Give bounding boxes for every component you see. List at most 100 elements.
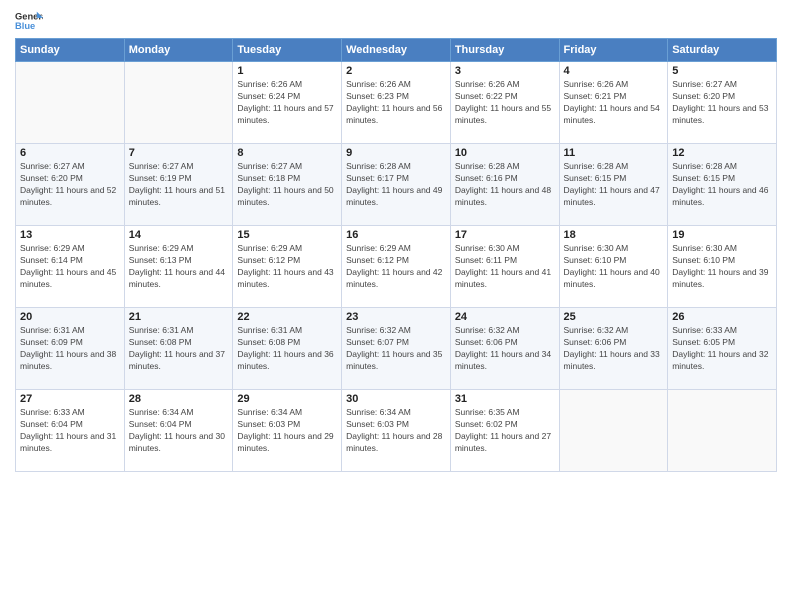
day-headers-row: SundayMondayTuesdayWednesdayThursdayFrid…	[16, 39, 777, 62]
cell-info: Sunrise: 6:29 AMSunset: 6:12 PMDaylight:…	[237, 243, 337, 291]
calendar-cell: 29 Sunrise: 6:34 AMSunset: 6:03 PMDayligh…	[233, 390, 342, 472]
day-number: 21	[129, 311, 229, 323]
calendar-cell: 30 Sunrise: 6:34 AMSunset: 6:03 PMDayligh…	[342, 390, 451, 472]
day-number: 16	[346, 229, 446, 241]
cell-info: Sunrise: 6:30 AMSunset: 6:10 PMDaylight:…	[564, 243, 664, 291]
calendar-cell: 9Sunrise: 6:28 AMSunset: 6:17 PMDaylight…	[342, 144, 451, 226]
cell-info: Sunrise: 6:33 AMSunset: 6:04 PMDaylight:…	[20, 407, 120, 455]
cell-info: Sunrise: 6:27 AMSunset: 6:20 PMDaylight:…	[20, 161, 120, 209]
calendar-cell: 17Sunrise: 6:30 AMSunset: 6:11 PMDayligh…	[450, 226, 559, 308]
calendar-cell: 22Sunrise: 6:31 AMSunset: 6:08 PMDayligh…	[233, 308, 342, 390]
calendar-cell: 15 Sunrise: 6:29 AMSunset: 6:12 PMDayligh…	[233, 226, 342, 308]
cell-info: Sunrise: 6:31 AMSunset: 6:08 PMDaylight:…	[129, 325, 229, 373]
calendar-cell: 12 Sunrise: 6:28 AMSunset: 6:15 PMDayligh…	[668, 144, 777, 226]
day-number: 24	[455, 311, 555, 323]
day-number: 12	[672, 147, 772, 159]
day-number: 22	[237, 311, 337, 323]
week-row-5: 27 Sunrise: 6:33 AMSunset: 6:04 PMDayligh…	[16, 390, 777, 472]
day-number: 30	[346, 393, 446, 405]
day-header-tuesday: Tuesday	[233, 39, 342, 62]
day-number: 13	[20, 229, 120, 241]
cell-info: Sunrise: 6:26 AMSunset: 6:21 PMDaylight:…	[564, 79, 664, 127]
day-number: 9	[346, 147, 446, 159]
generalblue-logo-icon: General Blue	[15, 10, 43, 32]
calendar-cell: 11 Sunrise: 6:28 AMSunset: 6:15 PMDayligh…	[559, 144, 668, 226]
day-number: 14	[129, 229, 229, 241]
cell-info: Sunrise: 6:27 AMSunset: 6:19 PMDaylight:…	[129, 161, 229, 209]
day-number: 29	[237, 393, 337, 405]
day-number: 18	[564, 229, 664, 241]
day-number: 3	[455, 65, 555, 77]
cell-info: Sunrise: 6:28 AMSunset: 6:16 PMDaylight:…	[455, 161, 555, 209]
day-number: 31	[455, 393, 555, 405]
cell-info: Sunrise: 6:28 AMSunset: 6:15 PMDaylight:…	[672, 161, 772, 209]
cell-info: Sunrise: 6:35 AMSunset: 6:02 PMDaylight:…	[455, 407, 555, 455]
page: General Blue SundayMondayTuesdayWednesda…	[0, 0, 792, 612]
cell-info: Sunrise: 6:27 AMSunset: 6:18 PMDaylight:…	[237, 161, 337, 209]
calendar-cell: 21 Sunrise: 6:31 AMSunset: 6:08 PMDayligh…	[124, 308, 233, 390]
calendar-cell: 13 Sunrise: 6:29 AMSunset: 6:14 PMDayligh…	[16, 226, 125, 308]
cell-info: Sunrise: 6:29 AMSunset: 6:14 PMDaylight:…	[20, 243, 120, 291]
day-number: 17	[455, 229, 555, 241]
day-number: 20	[20, 311, 120, 323]
day-header-sunday: Sunday	[16, 39, 125, 62]
day-number: 26	[672, 311, 772, 323]
calendar-cell	[16, 62, 125, 144]
cell-info: Sunrise: 6:29 AMSunset: 6:12 PMDaylight:…	[346, 243, 446, 291]
day-header-friday: Friday	[559, 39, 668, 62]
day-number: 5	[672, 65, 772, 77]
calendar-cell	[124, 62, 233, 144]
calendar-cell: 26 Sunrise: 6:33 AMSunset: 6:05 PMDayligh…	[668, 308, 777, 390]
calendar-cell: 16 Sunrise: 6:29 AMSunset: 6:12 PMDayligh…	[342, 226, 451, 308]
header: General Blue	[15, 10, 777, 32]
cell-info: Sunrise: 6:33 AMSunset: 6:05 PMDaylight:…	[672, 325, 772, 373]
day-header-monday: Monday	[124, 39, 233, 62]
calendar-cell: 28 Sunrise: 6:34 AMSunset: 6:04 PMDayligh…	[124, 390, 233, 472]
day-number: 10	[455, 147, 555, 159]
day-number: 25	[564, 311, 664, 323]
cell-info: Sunrise: 6:32 AMSunset: 6:07 PMDaylight:…	[346, 325, 446, 373]
calendar-cell: 1 Sunrise: 6:26 AMSunset: 6:24 PMDaylight…	[233, 62, 342, 144]
calendar-cell: 24 Sunrise: 6:32 AMSunset: 6:06 PMDayligh…	[450, 308, 559, 390]
day-number: 6	[20, 147, 120, 159]
week-row-3: 13 Sunrise: 6:29 AMSunset: 6:14 PMDayligh…	[16, 226, 777, 308]
calendar-cell: 25Sunrise: 6:32 AMSunset: 6:06 PMDayligh…	[559, 308, 668, 390]
day-number: 15	[237, 229, 337, 241]
calendar-cell: 19Sunrise: 6:30 AMSunset: 6:10 PMDayligh…	[668, 226, 777, 308]
day-header-wednesday: Wednesday	[342, 39, 451, 62]
svg-text:Blue: Blue	[15, 21, 35, 31]
cell-info: Sunrise: 6:34 AMSunset: 6:03 PMDaylight:…	[346, 407, 446, 455]
calendar-cell: 6 Sunrise: 6:27 AMSunset: 6:20 PMDaylight…	[16, 144, 125, 226]
calendar-cell: 3 Sunrise: 6:26 AMSunset: 6:22 PMDaylight…	[450, 62, 559, 144]
day-number: 4	[564, 65, 664, 77]
cell-info: Sunrise: 6:34 AMSunset: 6:03 PMDaylight:…	[237, 407, 337, 455]
calendar-cell: 10 Sunrise: 6:28 AMSunset: 6:16 PMDayligh…	[450, 144, 559, 226]
day-number: 27	[20, 393, 120, 405]
cell-info: Sunrise: 6:26 AMSunset: 6:22 PMDaylight:…	[455, 79, 555, 127]
calendar-table: SundayMondayTuesdayWednesdayThursdayFrid…	[15, 38, 777, 472]
cell-info: Sunrise: 6:34 AMSunset: 6:04 PMDaylight:…	[129, 407, 229, 455]
day-number: 11	[564, 147, 664, 159]
week-row-1: 1 Sunrise: 6:26 AMSunset: 6:24 PMDaylight…	[16, 62, 777, 144]
cell-info: Sunrise: 6:32 AMSunset: 6:06 PMDaylight:…	[455, 325, 555, 373]
calendar-cell: 8Sunrise: 6:27 AMSunset: 6:18 PMDaylight…	[233, 144, 342, 226]
calendar-cell: 20 Sunrise: 6:31 AMSunset: 6:09 PMDayligh…	[16, 308, 125, 390]
cell-info: Sunrise: 6:31 AMSunset: 6:09 PMDaylight:…	[20, 325, 120, 373]
cell-info: Sunrise: 6:29 AMSunset: 6:13 PMDaylight:…	[129, 243, 229, 291]
day-number: 2	[346, 65, 446, 77]
calendar-cell: 14 Sunrise: 6:29 AMSunset: 6:13 PMDayligh…	[124, 226, 233, 308]
day-number: 28	[129, 393, 229, 405]
day-number: 1	[237, 65, 337, 77]
calendar-cell: 18 Sunrise: 6:30 AMSunset: 6:10 PMDayligh…	[559, 226, 668, 308]
cell-info: Sunrise: 6:27 AMSunset: 6:20 PMDaylight:…	[672, 79, 772, 127]
day-number: 7	[129, 147, 229, 159]
cell-info: Sunrise: 6:30 AMSunset: 6:10 PMDaylight:…	[672, 243, 772, 291]
calendar-cell	[668, 390, 777, 472]
cell-info: Sunrise: 6:26 AMSunset: 6:24 PMDaylight:…	[237, 79, 337, 127]
calendar-cell: 27 Sunrise: 6:33 AMSunset: 6:04 PMDayligh…	[16, 390, 125, 472]
calendar-cell: 4 Sunrise: 6:26 AMSunset: 6:21 PMDaylight…	[559, 62, 668, 144]
calendar-cell: 2Sunrise: 6:26 AMSunset: 6:23 PMDaylight…	[342, 62, 451, 144]
calendar-cell: 5 Sunrise: 6:27 AMSunset: 6:20 PMDaylight…	[668, 62, 777, 144]
calendar-cell: 23Sunrise: 6:32 AMSunset: 6:07 PMDayligh…	[342, 308, 451, 390]
cell-info: Sunrise: 6:28 AMSunset: 6:15 PMDaylight:…	[564, 161, 664, 209]
